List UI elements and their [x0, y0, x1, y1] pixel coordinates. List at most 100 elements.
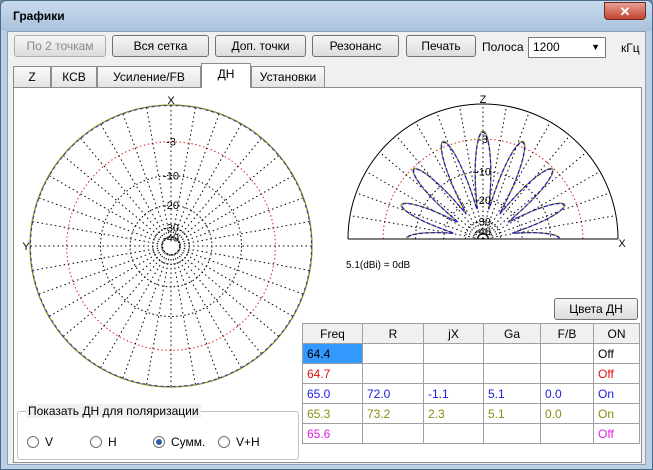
cell-jx[interactable]: -1.1	[423, 383, 484, 404]
pattern-panel: X Y -3 -10 -20 -30 -40 Z X -3 -10 -20 -30 -40 5.1(dB…	[13, 87, 642, 463]
grid-spoke	[122, 113, 169, 239]
axis-label-z: Z	[480, 94, 487, 106]
level-label: -40	[163, 233, 179, 245]
radio-v-plus-h[interactable]: V+H	[218, 435, 260, 449]
axis-label-y: Y	[22, 241, 30, 253]
polarization-legend: Показать ДН для поляризации	[26, 404, 201, 418]
vertical-pattern: ZX-3-10-20-30-40	[347, 94, 626, 250]
grid-spoke	[482, 192, 611, 240]
cell-ga[interactable]: 5.1	[483, 383, 541, 404]
table-row[interactable]: 65.3 73.2 2.3 5.1 0.0 On	[302, 403, 640, 424]
grid-spoke	[176, 252, 263, 355]
window-title: Графики	[13, 9, 65, 23]
grid-spoke	[178, 249, 294, 317]
grid-spoke	[179, 221, 310, 246]
level-label: -20	[163, 200, 179, 212]
cell-on[interactable]: Off	[593, 343, 640, 364]
header-jx[interactable]: jX	[423, 323, 484, 344]
grid-spoke	[100, 123, 168, 239]
cell-freq[interactable]: 64.7	[302, 363, 363, 384]
cell-r[interactable]	[362, 343, 424, 364]
cell-jx[interactable]	[423, 423, 484, 444]
tab-gain-fb[interactable]: Усиление/FB	[97, 66, 201, 87]
cell-jx[interactable]	[423, 343, 484, 364]
radio-sum-label: Сумм.	[171, 435, 206, 449]
grid-spoke	[38, 197, 164, 244]
cell-ga[interactable]: 5.1	[483, 403, 541, 424]
header-ga[interactable]: Ga	[483, 323, 541, 344]
cell-r[interactable]: 73.2	[362, 403, 424, 424]
resonance-button[interactable]: Резонанс	[312, 35, 399, 57]
two-points-button[interactable]: По 2 точкам	[14, 35, 106, 57]
full-grid-button[interactable]: Вся сетка	[112, 35, 209, 57]
tab-swr[interactable]: КСВ	[51, 66, 97, 87]
table-row[interactable]: 65.0 72.0 -1.1 5.1 0.0 On	[302, 383, 640, 404]
header-freq[interactable]: Freq	[302, 323, 363, 344]
cell-on[interactable]: On	[593, 403, 640, 424]
cell-fb[interactable]: 0.0	[540, 403, 594, 424]
cell-freq[interactable]: 65.0	[302, 383, 363, 404]
cell-jx[interactable]: 2.3	[423, 403, 484, 424]
print-button[interactable]: Печать	[406, 35, 476, 57]
cell-r[interactable]	[362, 363, 424, 384]
axis-label-x: X	[167, 95, 175, 107]
level-label: -20	[475, 195, 491, 207]
cell-fb[interactable]	[540, 343, 594, 364]
chevron-down-icon: ▼	[591, 42, 600, 52]
close-button[interactable]: ✕	[604, 2, 646, 20]
title-bar[interactable]: Графики ✕	[1, 1, 652, 31]
grid-ring	[129, 204, 213, 288]
header-r[interactable]: R	[362, 323, 424, 344]
radio-selected-icon	[153, 436, 165, 448]
grid-spoke	[355, 192, 484, 240]
close-icon: ✕	[619, 4, 631, 19]
level-label: -3	[478, 134, 488, 146]
cell-fb[interactable]	[540, 423, 594, 444]
radio-sum[interactable]: Сумм.	[153, 435, 205, 449]
radio-h[interactable]: H	[90, 435, 117, 449]
cell-jx[interactable]	[423, 363, 484, 384]
table-row[interactable]: 64.7 Off	[302, 363, 640, 384]
header-fb[interactable]: F/B	[540, 323, 594, 344]
cell-r[interactable]: 72.0	[362, 383, 424, 404]
cell-freq[interactable]: 65.6	[302, 423, 363, 444]
radio-h-label: H	[108, 435, 117, 449]
header-on[interactable]: ON	[593, 323, 640, 344]
cell-ga[interactable]	[483, 423, 541, 444]
grid-spoke	[178, 248, 304, 295]
cell-on[interactable]: Off	[593, 363, 640, 384]
radio-circle-icon	[90, 436, 102, 448]
grid-spoke	[146, 254, 171, 385]
cell-fb[interactable]	[540, 363, 594, 384]
cell-on[interactable]: On	[593, 383, 640, 404]
cell-ga[interactable]	[483, 343, 541, 364]
grid-spoke	[79, 252, 166, 355]
grid-spoke	[38, 248, 164, 295]
radio-circle-icon	[27, 436, 39, 448]
tab-z[interactable]: Z	[13, 66, 51, 87]
pattern-colors-button[interactable]: Цвета ДН	[554, 298, 638, 320]
radio-v[interactable]: V	[27, 435, 53, 449]
table-row[interactable]: 64.4 Off	[302, 343, 640, 364]
level-label: -10	[163, 171, 179, 183]
table-row[interactable]: 65.6 Off	[302, 423, 640, 444]
radio-circle-icon	[218, 436, 230, 448]
tab-settings[interactable]: Установки	[251, 66, 325, 87]
cell-fb[interactable]: 0.0	[540, 383, 594, 404]
tab-pattern[interactable]: ДН	[201, 63, 251, 88]
extra-points-button[interactable]: Доп. точки	[215, 35, 306, 57]
cell-freq[interactable]: 64.4	[302, 343, 363, 364]
grid-spoke	[32, 246, 163, 271]
band-unit: кГц	[621, 41, 640, 55]
cell-freq[interactable]: 65.3	[302, 403, 363, 424]
cell-on[interactable]: Off	[593, 423, 640, 444]
band-select[interactable]: 1200 ▼	[528, 37, 606, 58]
cell-r[interactable]	[362, 423, 424, 444]
grid-spoke	[174, 123, 242, 239]
band-label: Полоса	[482, 40, 524, 54]
grid-spoke	[62, 251, 165, 338]
grid-spoke	[32, 221, 163, 246]
level-label: -3	[166, 137, 176, 149]
frequency-table: Freq R jX Ga F/B ON 64.4 Off 64.7 Off 65.0 72…	[302, 323, 640, 444]
cell-ga[interactable]	[483, 363, 541, 384]
